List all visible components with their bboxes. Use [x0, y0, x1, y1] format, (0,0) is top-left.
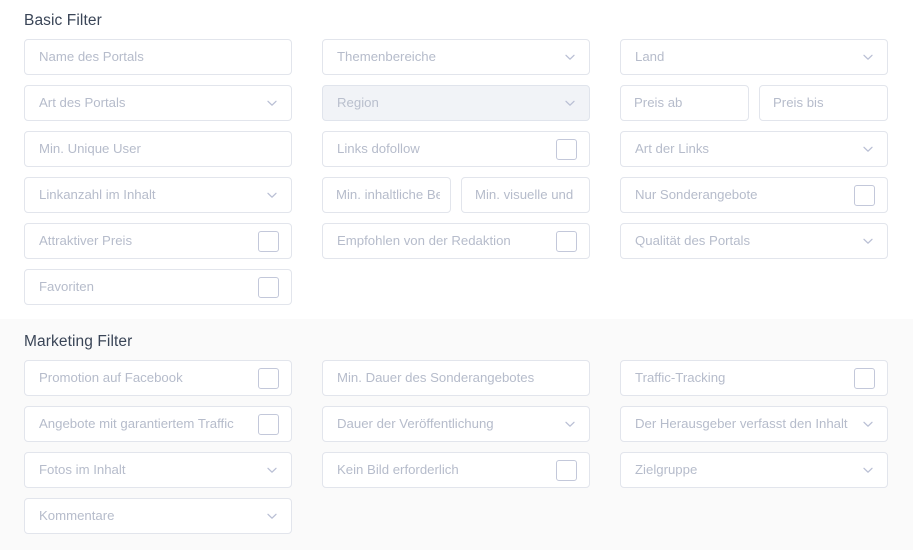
field-zielgruppe-placeholder: Zielgruppe: [635, 463, 698, 477]
field-name-des-portals[interactable]: Name des Portals: [24, 39, 292, 75]
field-favoriten[interactable]: Favoriten: [24, 269, 292, 305]
checkbox-icon[interactable]: [258, 276, 279, 298]
field-attraktiver-preis[interactable]: Attraktiver Preis: [24, 223, 292, 259]
field-qualitaet-des-portals-placeholder: Qualität des Portals: [635, 234, 751, 248]
checkbox-icon[interactable]: [258, 413, 279, 435]
chevron-down-icon[interactable]: [861, 50, 875, 64]
chevron-down-icon[interactable]: [265, 509, 279, 523]
field-min-visuelle-und[interactable]: Min. visuelle und: [461, 177, 590, 213]
field-preis-ab[interactable]: Preis ab: [620, 85, 749, 121]
field-preis-bis-placeholder: Preis bis: [773, 96, 824, 110]
field-min-laenge-range: Min. inhaltliche Be Min. visuelle und: [322, 177, 590, 213]
field-min-visuelle-und-placeholder: Min. visuelle und: [475, 188, 574, 202]
checkbox-icon[interactable]: [556, 230, 577, 252]
field-kein-bild-erforderlich[interactable]: Kein Bild erforderlich: [322, 452, 590, 488]
field-empfohlen-von-der-redaktion-placeholder: Empfohlen von der Redaktion: [337, 234, 511, 248]
field-min-dauer-des-sonderangebotes[interactable]: Min. Dauer des Sonderangebotes: [322, 360, 590, 396]
field-land-placeholder: Land: [635, 50, 665, 64]
chevron-down-icon[interactable]: [563, 417, 577, 431]
field-angebote-mit-garantiertem-traffic[interactable]: Angebote mit garantiertem Traffic: [24, 406, 292, 442]
chevron-down-icon[interactable]: [265, 188, 279, 202]
field-linkanzahl-im-inhalt[interactable]: Linkanzahl im Inhalt: [24, 177, 292, 213]
field-attraktiver-preis-placeholder: Attraktiver Preis: [39, 234, 133, 248]
field-art-der-links-placeholder: Art der Links: [635, 142, 710, 156]
section-basic: Basic Filter Name des Portals Themenbereic…: [0, 0, 913, 319]
checkbox-icon[interactable]: [556, 459, 577, 481]
section-marketing: Marketing Filter Promotion auf Facebook Mi…: [0, 319, 913, 550]
field-kommentare-placeholder: Kommentare: [39, 509, 115, 523]
chevron-down-icon[interactable]: [563, 96, 577, 110]
chevron-down-icon[interactable]: [861, 417, 875, 431]
field-kein-bild-erforderlich-placeholder: Kein Bild erforderlich: [337, 463, 459, 477]
field-preis-ab-placeholder: Preis ab: [634, 96, 683, 110]
chevron-down-icon[interactable]: [265, 463, 279, 477]
field-region[interactable]: Region: [322, 85, 590, 121]
field-themenbereiche[interactable]: Themenbereiche: [322, 39, 590, 75]
checkbox-icon[interactable]: [258, 367, 279, 389]
chevron-down-icon[interactable]: [861, 234, 875, 248]
filter-panel-root: Basic Filter Name des Portals Themenbereic…: [0, 0, 913, 550]
field-min-inhaltliche-beschreibung-placeholder: Min. inhaltliche Be: [336, 188, 440, 202]
field-min-dauer-des-sonderangebotes-placeholder: Min. Dauer des Sonderangebotes: [337, 371, 535, 385]
checkbox-icon[interactable]: [854, 367, 875, 389]
checkbox-icon[interactable]: [556, 138, 577, 160]
field-der-herausgeber-verfasst-den-inhalt[interactable]: Der Herausgeber verfasst den Inhalt: [620, 406, 888, 442]
filter-grid-basic: Name des Portals Themenbereiche Land Art de…: [24, 39, 913, 305]
field-fotos-im-inhalt-placeholder: Fotos im Inhalt: [39, 463, 126, 477]
chevron-down-icon[interactable]: [861, 142, 875, 156]
field-art-der-links[interactable]: Art der Links: [620, 131, 888, 167]
field-name-des-portals-placeholder: Name des Portals: [39, 50, 144, 64]
field-promotion-auf-facebook-placeholder: Promotion auf Facebook: [39, 371, 183, 385]
chevron-down-icon[interactable]: [265, 96, 279, 110]
field-art-des-portals-placeholder: Art des Portals: [39, 96, 126, 110]
field-dauer-der-veroeffentlichung-placeholder: Dauer der Veröffentlichung: [337, 417, 494, 431]
field-promotion-auf-facebook[interactable]: Promotion auf Facebook: [24, 360, 292, 396]
field-kommentare[interactable]: Kommentare: [24, 498, 292, 534]
field-linkanzahl-im-inhalt-placeholder: Linkanzahl im Inhalt: [39, 188, 156, 202]
field-der-herausgeber-verfasst-den-inhalt-placeholder: Der Herausgeber verfasst den Inhalt: [635, 417, 848, 431]
section-title-basic: Basic Filter: [24, 12, 102, 29]
chevron-down-icon[interactable]: [861, 463, 875, 477]
checkbox-icon[interactable]: [854, 184, 875, 206]
filter-grid-marketing: Promotion auf Facebook Min. Dauer des Son…: [24, 360, 913, 534]
field-traffic-tracking[interactable]: Traffic-Tracking: [620, 360, 888, 396]
field-fotos-im-inhalt[interactable]: Fotos im Inhalt: [24, 452, 292, 488]
field-nur-sonderangebote-placeholder: Nur Sonderangebote: [635, 188, 758, 202]
checkbox-icon[interactable]: [258, 230, 279, 252]
field-region-placeholder: Region: [337, 96, 379, 110]
field-preis-bis[interactable]: Preis bis: [759, 85, 888, 121]
field-min-unique-user[interactable]: Min. Unique User: [24, 131, 292, 167]
field-angebote-mit-garantiertem-traffic-placeholder: Angebote mit garantiertem Traffic: [39, 417, 234, 431]
field-zielgruppe[interactable]: Zielgruppe: [620, 452, 888, 488]
field-min-inhaltliche-beschreibung[interactable]: Min. inhaltliche Be: [322, 177, 451, 213]
field-links-dofollow-placeholder: Links dofollow: [337, 142, 420, 156]
field-empfohlen-von-der-redaktion[interactable]: Empfohlen von der Redaktion: [322, 223, 590, 259]
chevron-down-icon[interactable]: [563, 50, 577, 64]
field-art-des-portals[interactable]: Art des Portals: [24, 85, 292, 121]
field-preis-range: Preis ab Preis bis: [620, 85, 888, 121]
field-links-dofollow[interactable]: Links dofollow: [322, 131, 590, 167]
field-qualitaet-des-portals[interactable]: Qualität des Portals: [620, 223, 888, 259]
field-favoriten-placeholder: Favoriten: [39, 280, 94, 294]
field-dauer-der-veroeffentlichung[interactable]: Dauer der Veröffentlichung: [322, 406, 590, 442]
field-nur-sonderangebote[interactable]: Nur Sonderangebote: [620, 177, 888, 213]
field-land[interactable]: Land: [620, 39, 888, 75]
field-themenbereiche-placeholder: Themenbereiche: [337, 50, 436, 64]
field-min-unique-user-placeholder: Min. Unique User: [39, 142, 141, 156]
field-traffic-tracking-placeholder: Traffic-Tracking: [635, 371, 726, 385]
section-title-marketing: Marketing Filter: [24, 333, 133, 350]
